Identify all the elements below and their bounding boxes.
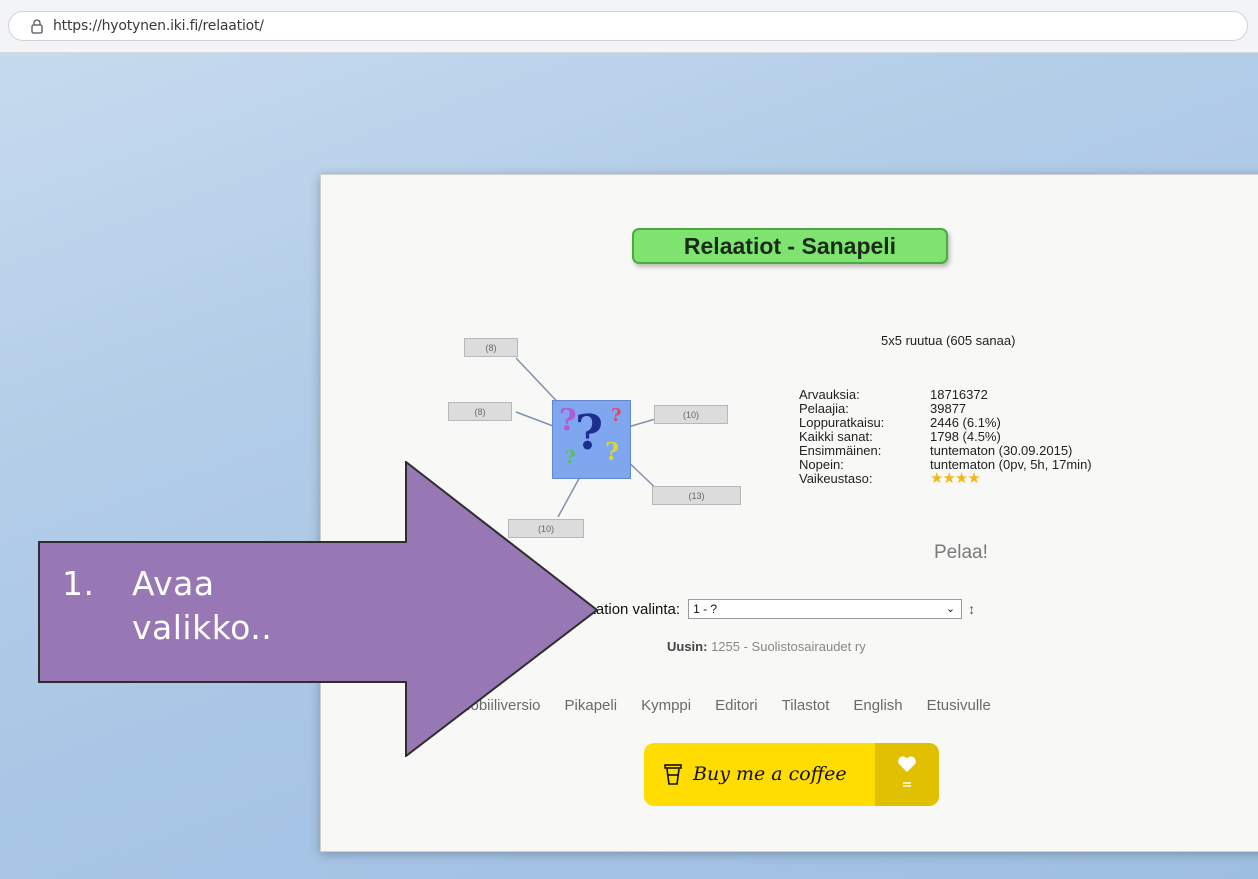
lock-icon: [31, 19, 43, 34]
nav-link-kymppi[interactable]: Kymppi: [641, 697, 691, 714]
newest-value[interactable]: 1255 - Suolistosairaudet ry: [707, 639, 866, 654]
stat-value: tuntematon (30.09.2015): [930, 443, 1073, 458]
callout-line1: Avaa: [132, 564, 215, 603]
difficulty-stars: ★★★★: [930, 470, 981, 487]
stat-label: Nopein:: [799, 457, 844, 472]
heart-icon: [875, 743, 939, 806]
stat-value: 2446 (6.1%): [930, 415, 1001, 430]
coffee-label: Buy me a coffee: [693, 763, 847, 785]
graph-node-4[interactable]: (13): [652, 486, 741, 505]
stat-value: 1798 (4.5%): [930, 429, 1001, 444]
callout-number: 1.: [62, 564, 95, 603]
sort-icon[interactable]: ↕: [968, 601, 975, 617]
select-value: 1 - ?: [693, 602, 718, 616]
newest-relation: Uusin: 1255 - Suolistosairaudet ry: [667, 639, 866, 654]
stat-value: 18716372: [930, 387, 988, 402]
relation-select-row: Relaation valinta: 1 - ? ⌄ ↕: [565, 599, 975, 619]
url-text: https://hyotynen.iki.fi/relaatiot/: [53, 18, 264, 34]
nav-link-english[interactable]: English: [853, 697, 902, 714]
stat-value: 39877: [930, 401, 967, 416]
stat-label: Loppuratkaisu:: [799, 415, 885, 430]
nav-link-editor[interactable]: Editori: [715, 697, 758, 714]
graph-node-3[interactable]: (10): [654, 405, 728, 424]
stat-label: Arvauksia:: [799, 387, 860, 402]
newest-label: Uusin:: [667, 639, 708, 654]
browser-address-bar: https://hyotynen.iki.fi/relaatiot/: [0, 0, 1258, 53]
play-link[interactable]: Pelaa!: [934, 542, 988, 564]
buy-me-a-coffee-button[interactable]: Buy me a coffee: [644, 743, 939, 806]
stat-label: Ensimmäinen:: [799, 443, 882, 458]
chevron-down-icon: ⌄: [945, 603, 956, 615]
stat-label: Pelaajia:: [799, 401, 849, 416]
callout-line2: valikko..: [132, 608, 273, 647]
stat-label: Kaikki sanat:: [799, 429, 873, 444]
stat-label: Vaikeustaso:: [799, 471, 873, 486]
graph-node-2[interactable]: (8): [448, 402, 512, 421]
nav-link-home[interactable]: Etusivulle: [927, 697, 991, 714]
callout-text: 1. Avaa valikko..: [62, 562, 272, 650]
coffee-cup-icon: [664, 764, 682, 785]
stats-table: Arvauksia: 18716372 Pelaajia: 39877 Loppur…: [799, 387, 1092, 487]
nav-link-stats[interactable]: Tilastot: [782, 697, 830, 714]
relation-select[interactable]: 1 - ? ⌄: [688, 599, 963, 619]
url-input[interactable]: https://hyotynen.iki.fi/relaatiot/: [8, 11, 1248, 41]
grid-info: 5x5 ruutua (605 sanaa): [881, 333, 1016, 348]
graph-node-1[interactable]: (8): [464, 338, 518, 357]
